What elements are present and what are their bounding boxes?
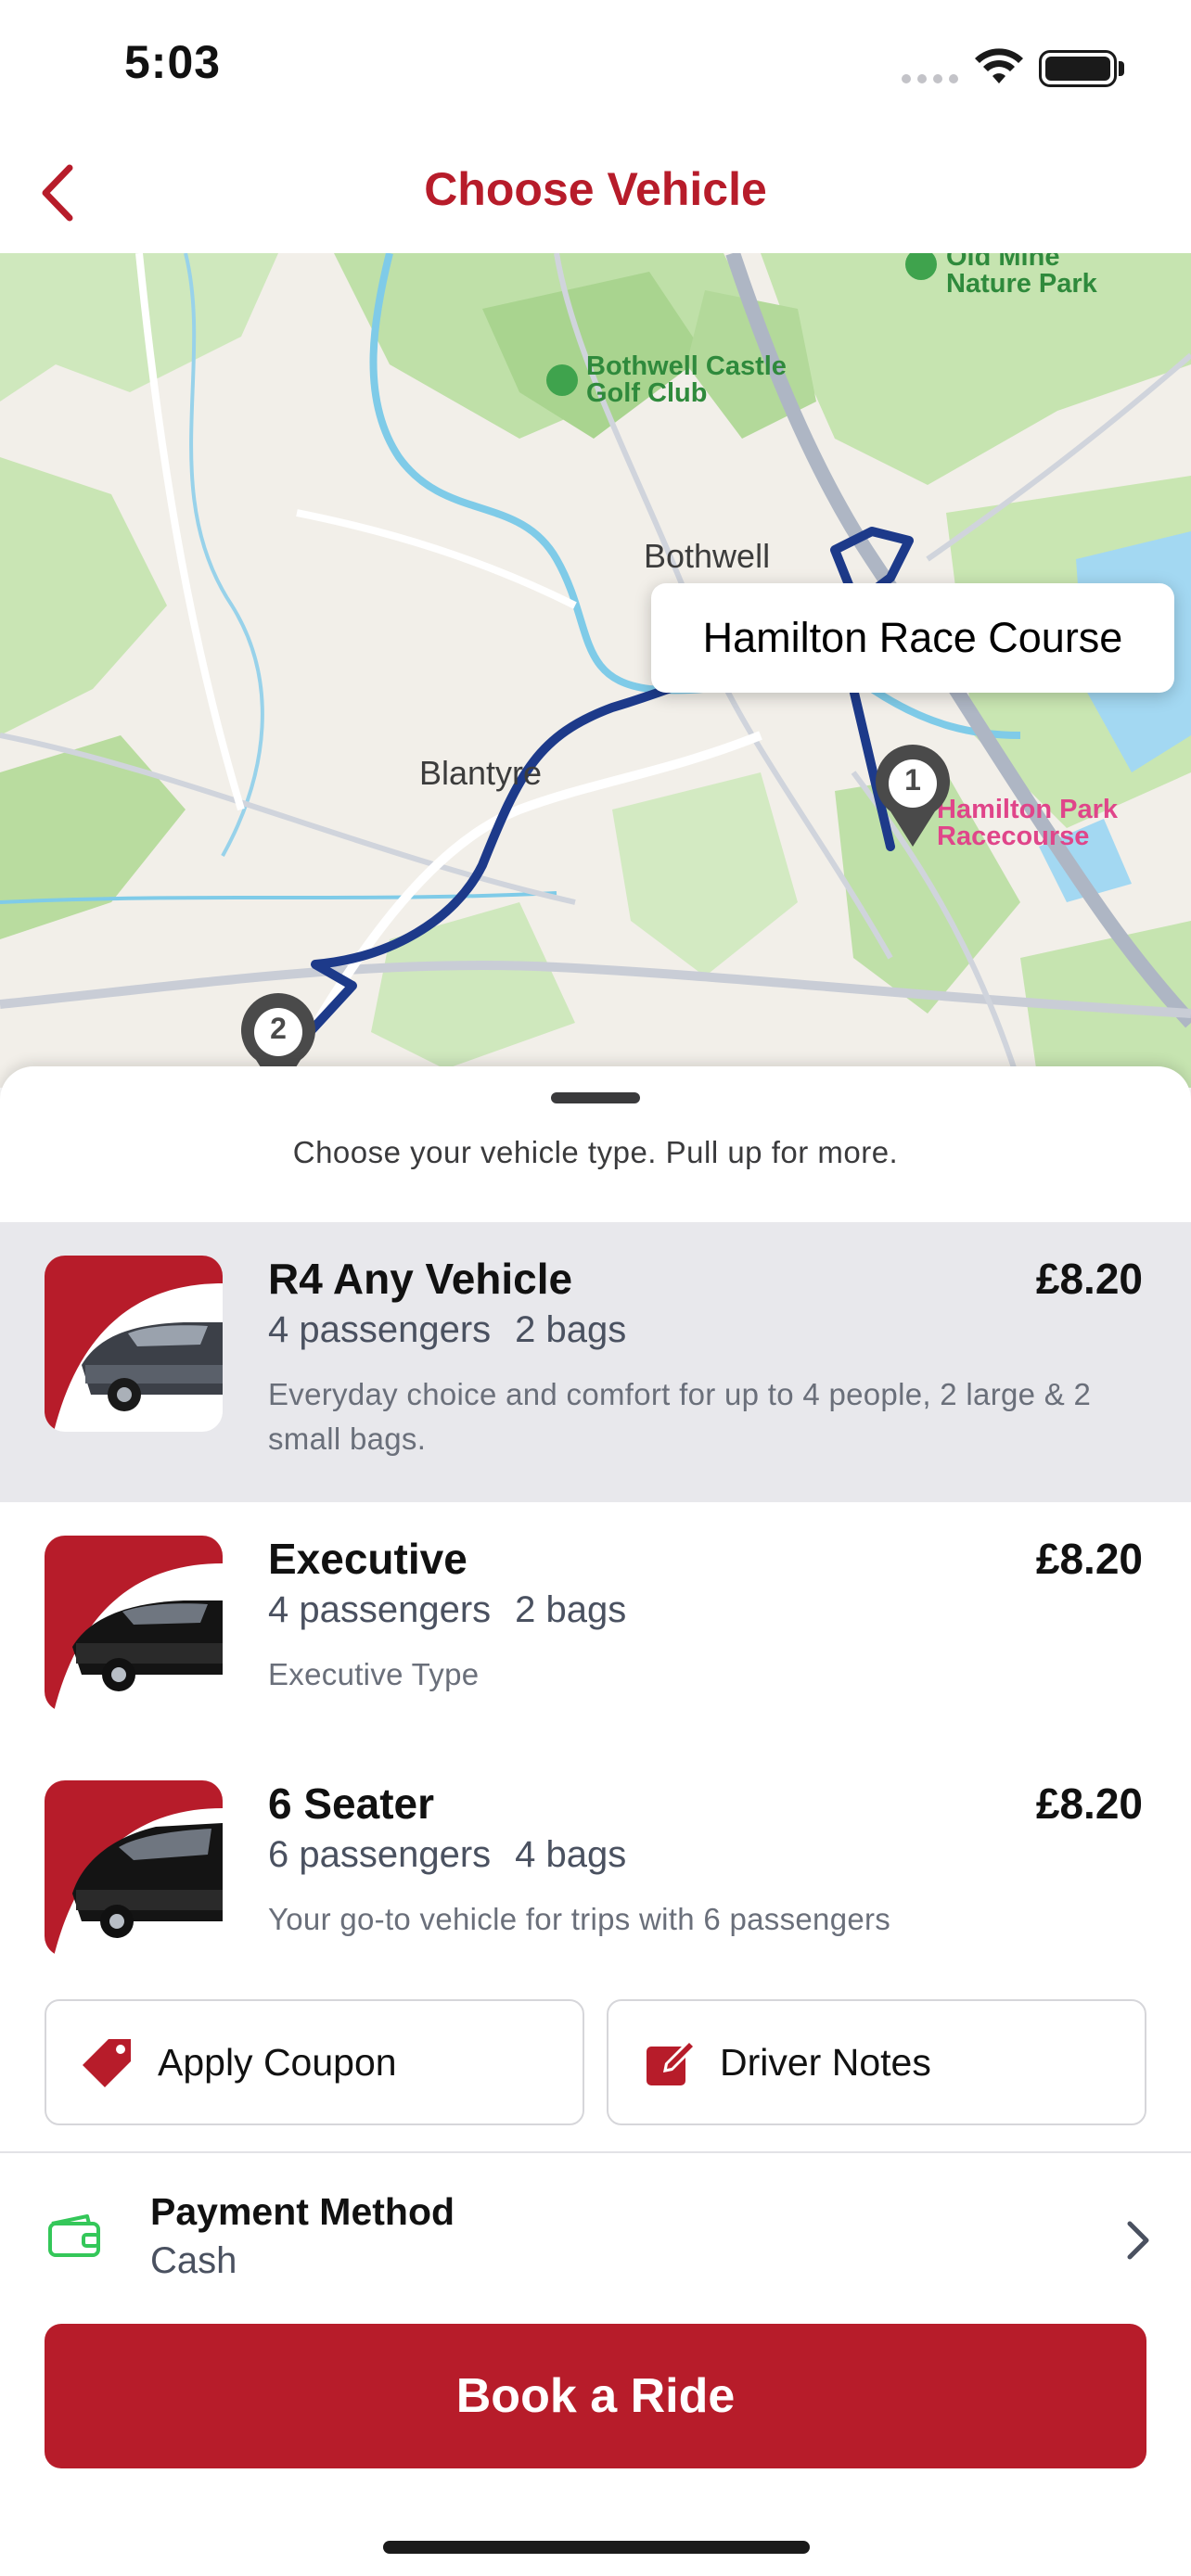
vehicle-price: £8.20 [1035,1779,1143,1828]
vehicle-name: 6 Seater [268,1779,435,1828]
bag-count: 2 bags [515,1589,627,1630]
vehicle-image [45,1256,223,1432]
divider [0,2151,1191,2153]
payment-method-value: Cash [150,2240,237,2281]
edit-note-icon [642,2034,698,2090]
driver-notes-label: Driver Notes [720,2040,931,2084]
vehicle-price: £8.20 [1035,1535,1143,1583]
passenger-count: 6 passengers [268,1834,492,1875]
sheet-hint: Choose your vehicle type. Pull up for mo… [292,1135,899,1169]
vehicle-description: Executive Type [268,1657,480,1691]
vehicle-price: £8.20 [1035,1255,1143,1303]
status-bar: 5:03 [0,0,1191,125]
vehicle-name: R4 Any Vehicle [268,1255,573,1303]
tag-icon [80,2034,135,2090]
chevron-right-icon [1127,2221,1149,2260]
vehicle-option-r4-any[interactable]: R4 Any Vehicle £8.20 4 passengers 2 bags … [0,1222,1191,1502]
book-ride-button[interactable]: Book a Ride [45,2324,1146,2468]
passenger-count: 4 passengers [268,1309,492,1350]
vehicle-capacity: 4 passengers 2 bags [268,1309,626,1351]
wifi-icon [975,48,1023,83]
destination-callout[interactable]: Hamilton Race Course [651,583,1174,693]
navigation-bar: Choose Vehicle [0,125,1191,253]
vehicle-capacity: 6 passengers 4 bags [268,1834,626,1876]
route-map[interactable]: Bothwell Blantyre Bothwell Castle Golf C… [0,253,1191,1088]
bag-count: 4 bags [515,1834,627,1875]
map-label-bothwell: Bothwell [644,537,771,575]
vehicle-name: Executive [268,1535,467,1583]
vehicle-image [45,1536,223,1712]
apply-coupon-label: Apply Coupon [158,2040,397,2084]
wallet-icon [48,2214,100,2257]
cellular-signal-icon [902,74,958,83]
payment-method-row[interactable]: Payment Method Cash [0,2161,1191,2300]
vehicle-description: Your go-to vehicle for trips with 6 pass… [268,1902,891,1936]
vehicle-image [45,1780,223,1957]
map-label-golf-club: Bothwell Castle Golf Club [586,351,787,408]
page-title: Choose Vehicle [424,163,767,215]
passenger-count: 4 passengers [268,1589,492,1630]
battery-cap [1119,61,1124,76]
vehicle-capacity: 4 passengers 2 bags [268,1589,626,1631]
dropoff-pin-number: 2 [270,1012,287,1045]
pickup-pin[interactable]: 1 [866,739,959,850]
map-label-blantyre: Blantyre [419,754,543,792]
map-label-nature-park: Old Mine Nature Park [946,253,1097,299]
vehicle-option-6-seater[interactable]: 6 Seater £8.20 6 passengers 4 bags Your g… [0,1747,1191,1992]
bag-count: 2 bags [515,1309,627,1350]
sheet-grabber[interactable] [551,1092,640,1103]
status-time: 5:03 [124,36,222,88]
vehicle-option-executive[interactable]: Executive £8.20 4 passengers 2 bags Execu… [0,1502,1191,1747]
driver-notes-button[interactable]: Driver Notes [607,1999,1146,2125]
pickup-pin-number: 1 [904,763,921,797]
vehicle-description: Everyday choice and comfort for up to 4 … [268,1377,1092,1456]
payment-method-title: Payment Method [150,2190,455,2233]
battery-icon [1039,50,1117,87]
home-indicator [383,2541,810,2554]
map-label-racecourse: Hamilton Park Racecourse [937,795,1118,851]
apply-coupon-button[interactable]: Apply Coupon [45,1999,584,2125]
